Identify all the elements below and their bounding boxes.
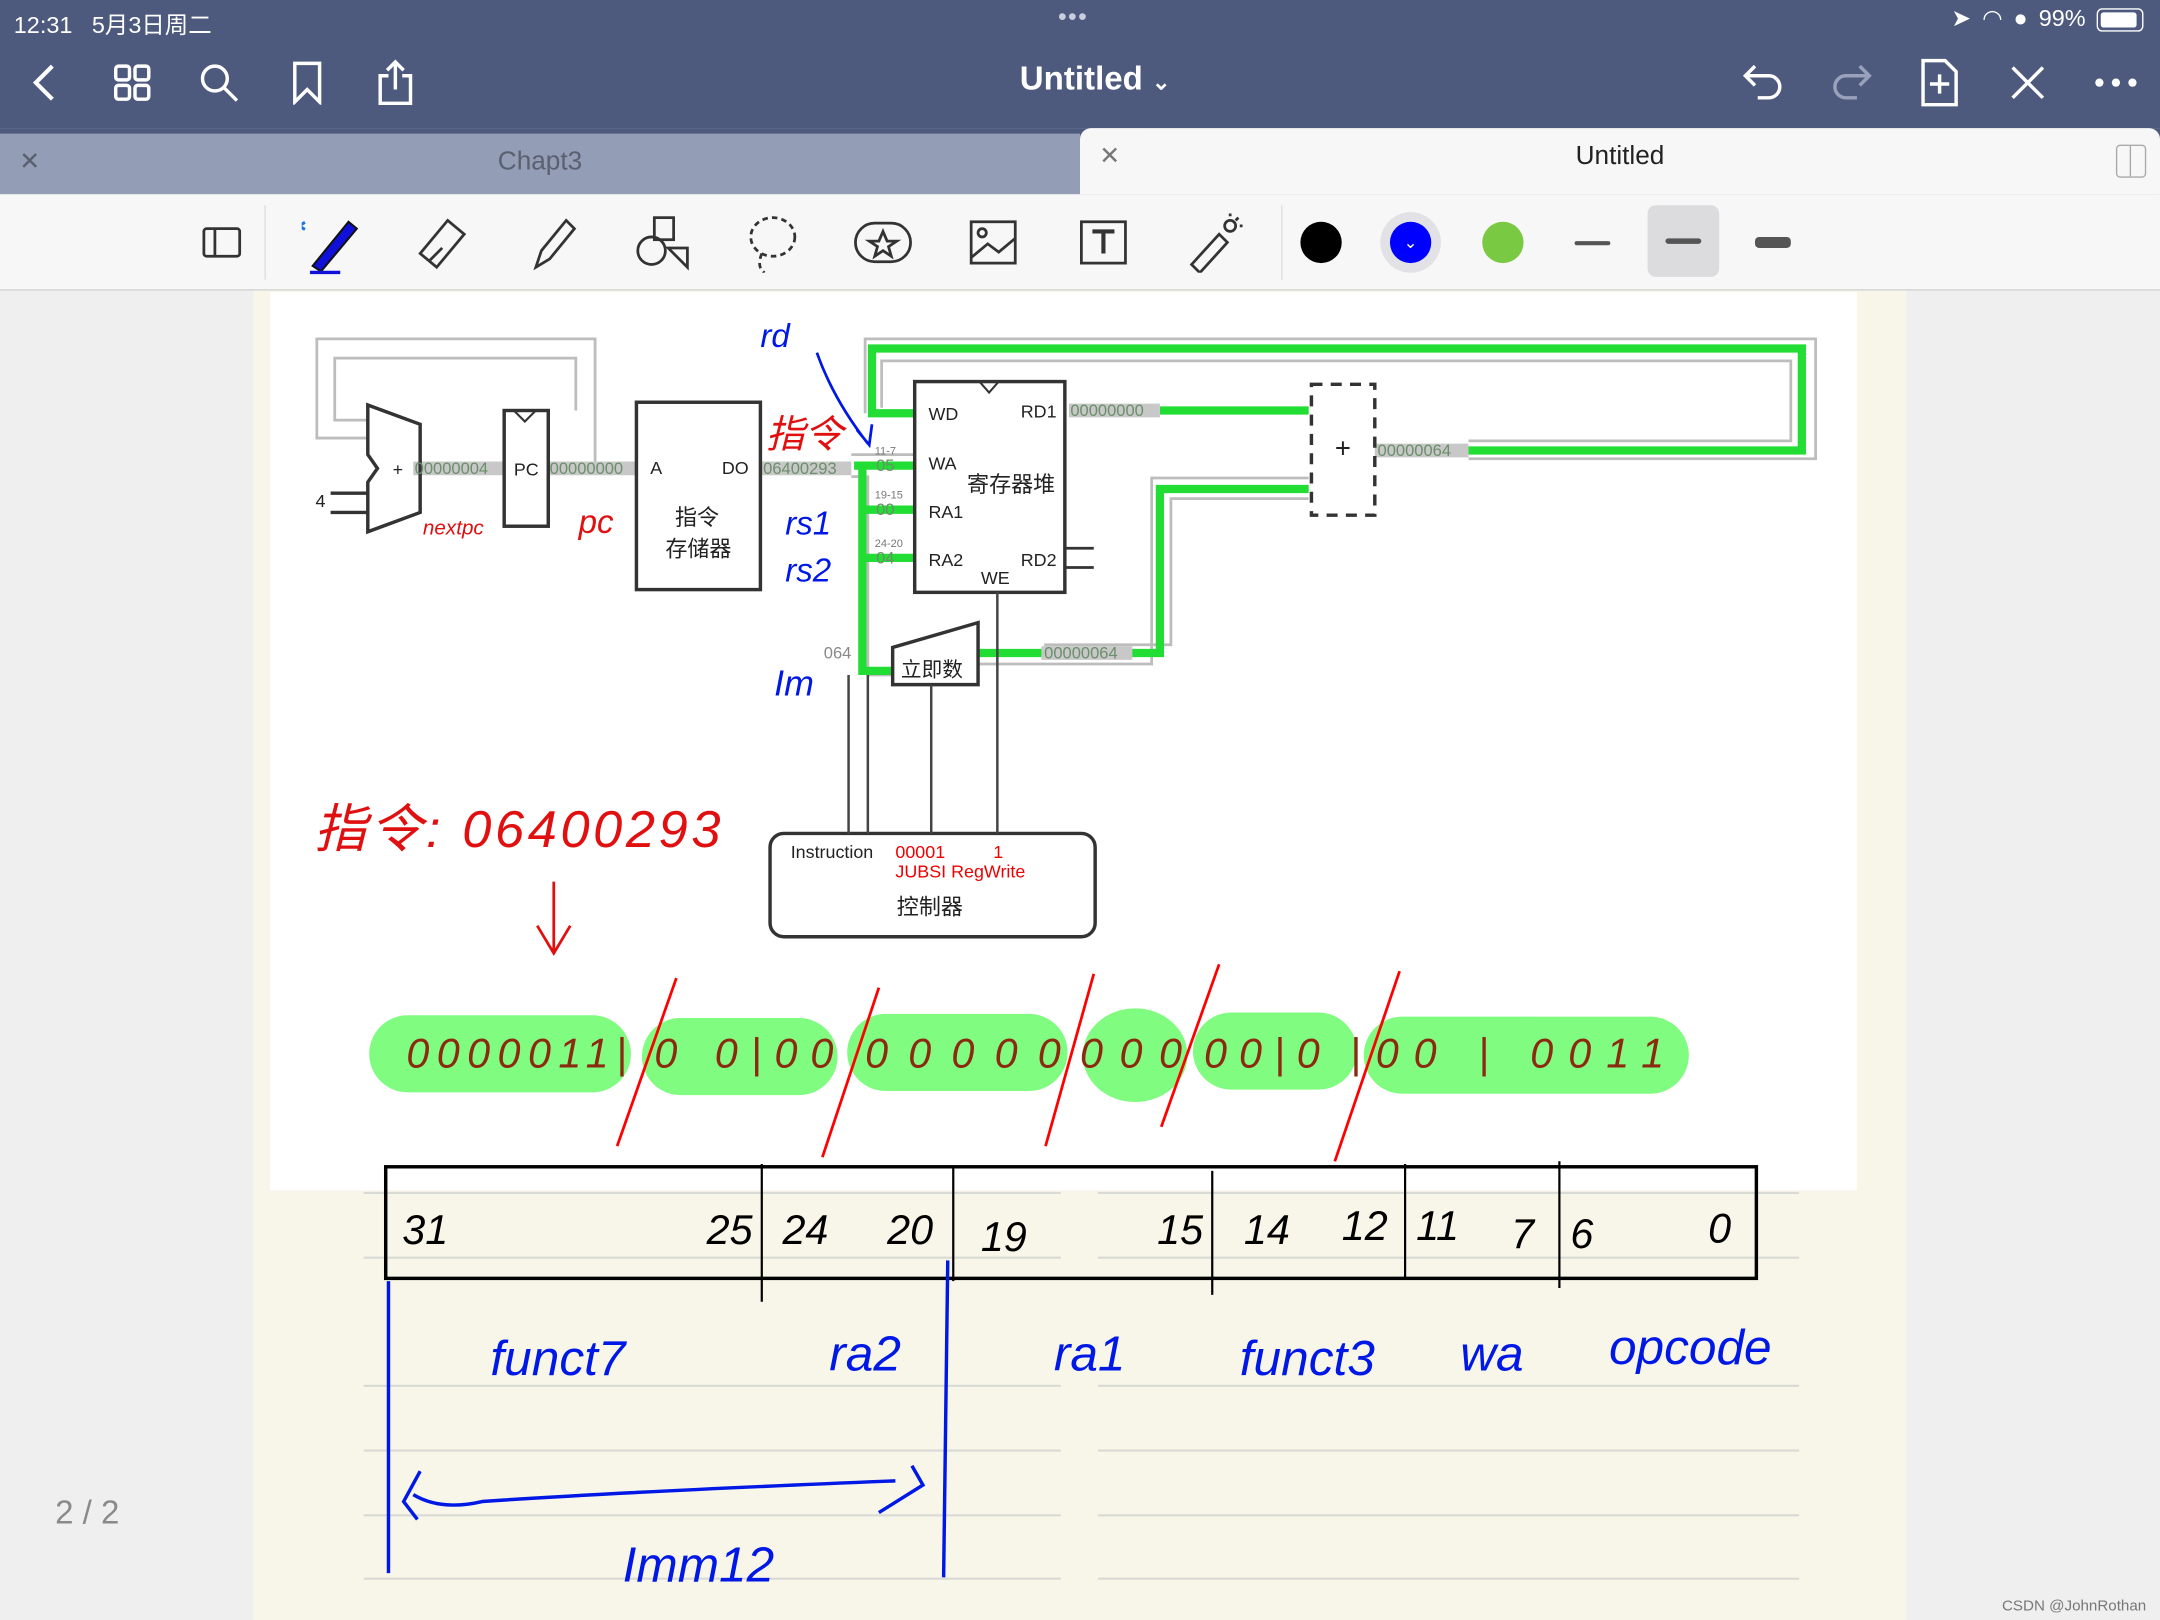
pc-label: PC [514,459,539,479]
ra1-value: 00 [876,500,894,519]
imm-in: 064 [824,643,852,662]
imm12-label: Imm12 [623,1536,775,1592]
bit-number: 25 [706,1207,754,1253]
binary-group: 00|0 [1204,1031,1320,1077]
field-label: ra1 [1054,1326,1126,1382]
ctrl-one: 1 [993,842,1003,862]
adder-value: 00000004 [415,459,488,478]
imem-name: 指令 [675,505,719,530]
down-arrow-icon [536,881,572,956]
bit-number: 14 [1244,1207,1290,1253]
rf-ra1: RA1 [928,502,963,522]
binary-group: 0000011| [406,1031,626,1077]
bit-field-table [383,1161,1759,1302]
alu-plus: + [1335,432,1351,463]
field-label: funct7 [490,1330,627,1386]
adder-plus: + [393,459,403,479]
split-label: 24-20 [875,538,903,550]
ra2-value: 04 [876,548,894,567]
field-label: wa [1460,1326,1523,1382]
rf-we: WE [981,568,1010,588]
const-four: 4 [315,491,325,511]
alu-value: 00000064 [1378,441,1451,460]
ctrl-code: 00001 [895,842,945,862]
instr-value: 06400293 [763,459,836,478]
bit-number: 7 [1511,1211,1536,1257]
field-label: ra2 [829,1326,901,1382]
imem-name: 存储器 [665,537,731,562]
split-label: 19-15 [875,490,903,502]
rf-ra2: RA2 [928,550,963,570]
annotation-rs1: rs1 [785,505,831,542]
imm12-bracket [386,1260,950,1578]
page-drawing: + 4 PC A DO 指令 存储器 WD RD1 WA 寄存器堆 RA1 RA… [314,318,1817,1592]
imm-value: 00000064 [1044,643,1117,662]
split-label: 11-7 [875,446,896,458]
wa-value: 05 [876,456,894,475]
ctrl-signals: JUBSI RegWrite [895,861,1025,881]
annotation-im: Im [774,664,814,704]
bit-number: 15 [1157,1207,1204,1253]
annotation-rs2: rs2 [785,552,831,589]
field-label: funct3 [1240,1330,1375,1386]
field-label: opcode [1609,1319,1772,1375]
pc-value: 00000000 [550,459,623,478]
bit-number: 12 [1342,1203,1388,1249]
binary-group: |00 | 0011 [1350,1031,1664,1077]
rf-name: 寄存器堆 [967,472,1055,497]
bit-number: 0 [1708,1206,1731,1252]
annotation-instr: 指令 [766,414,848,457]
imm-name: 立即数 [901,658,963,681]
binary-group: 000 [1080,1031,1182,1077]
rf-rd2: RD2 [1021,550,1057,570]
ctrl-name: 控制器 [897,895,963,920]
annotation-rd: rd [760,318,791,355]
bit-number: 31 [402,1207,448,1253]
annotation-nextpc: nextpc [423,516,485,539]
handwritten-annotations: rd 指令 nextpc pc rs1 rs2 Im 指令: 06400293 … [314,318,1772,1592]
bit-number: 24 [781,1207,828,1253]
rf-wa: WA [928,454,956,474]
bit-number: 19 [981,1214,1027,1260]
imem-do: DO [722,458,749,478]
annotation-pc: pc [578,504,614,541]
rd1-value: 00000000 [1070,401,1143,420]
annotation-instr-line: 指令: 06400293 [314,801,720,859]
rf-wd: WD [928,404,958,424]
bit-number: 6 [1570,1211,1593,1257]
app-window: 12:31 5月3日周二 ••• ➤ ◠ ● 99% Untitled ⌄ ✕ … [0,0,2160,1620]
rf-rd1: RD1 [1021,401,1057,421]
imem-a: A [650,458,662,478]
bit-number: 11 [1416,1203,1459,1249]
ctrl-instruction: Instruction [791,842,874,862]
bit-number: 20 [886,1207,933,1253]
